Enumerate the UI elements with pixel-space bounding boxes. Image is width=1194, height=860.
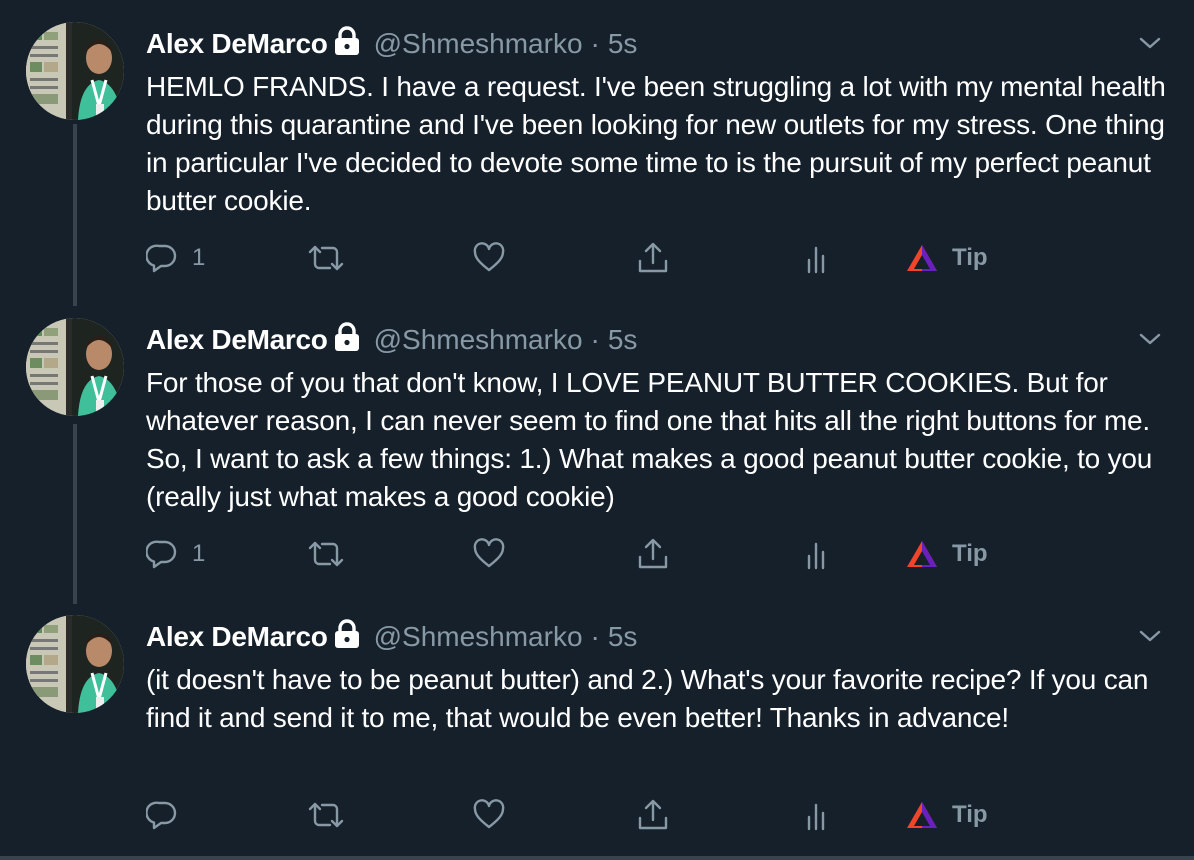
lock-icon [334,618,360,656]
tweet-text: (it doesn't have to be peanut butter) an… [146,664,1149,733]
avatar[interactable] [26,615,124,713]
tweet-text: For those of you that don't know, I LOVE… [146,367,1153,512]
reply-button[interactable] [146,795,192,835]
like-button[interactable] [472,534,506,574]
tweet-header: Alex DeMarco @Shmeshmarko · 5s [146,618,638,656]
divider [0,856,1194,860]
share-button[interactable] [636,534,670,574]
tweet-actions: 1 Tip [0,534,1194,574]
retweet-button[interactable] [306,795,346,835]
heart-icon [472,799,506,831]
reply-icon [146,242,178,274]
share-icon [636,241,670,275]
like-button[interactable] [472,238,506,278]
reply-count: 1 [192,244,206,271]
avatar[interactable] [26,318,124,416]
lock-icon [334,321,360,359]
tip-button[interactable]: Tip [906,534,988,574]
tip-button[interactable]: Tip [906,795,988,835]
brave-tip-icon [906,243,938,273]
retweet-button[interactable] [306,238,346,278]
chevron-down-icon[interactable] [1132,324,1168,354]
reply-icon [146,538,178,570]
thread-connector [73,124,77,306]
author-handle[interactable]: @Shmeshmarko [374,324,583,356]
heart-icon [472,538,506,570]
brave-tip-icon [906,539,938,569]
retweet-icon [306,538,346,570]
share-icon [636,798,670,832]
share-icon [636,537,670,571]
timestamp[interactable]: 5s [608,621,638,653]
analytics-icon [804,799,832,831]
brave-tip-icon [906,800,938,830]
separator: · [590,621,600,652]
tip-button[interactable]: Tip [906,238,988,278]
reply-button[interactable]: 1 [146,238,205,278]
reply-icon [146,799,178,831]
retweet-icon [306,242,346,274]
author-handle[interactable]: @Shmeshmarko [374,621,583,653]
separator: · [590,28,600,59]
analytics-icon [804,242,832,274]
retweet-button[interactable] [306,534,346,574]
reply-button[interactable]: 1 [146,534,205,574]
analytics-button[interactable] [804,534,832,574]
timestamp[interactable]: 5s [608,324,638,356]
tweet-header: Alex DeMarco @Shmeshmarko · 5s [146,25,638,63]
tip-label: Tip [952,244,988,271]
tweet-actions: 1 Tip [0,238,1194,278]
reply-count: 1 [192,540,206,567]
analytics-icon [804,538,832,570]
avatar[interactable] [26,22,124,120]
timestamp[interactable]: 5s [608,28,638,60]
thread-connector [73,424,77,604]
heart-icon [472,242,506,274]
chevron-down-icon[interactable] [1132,28,1168,58]
share-button[interactable] [636,795,670,835]
author-name[interactable]: Alex DeMarco [146,28,328,60]
tweet-actions: Tip [0,795,1194,835]
analytics-button[interactable] [804,795,832,835]
tweet-text: HEMLO FRANDS. I have a request. I've bee… [146,71,1166,216]
retweet-icon [306,799,346,831]
tip-label: Tip [952,801,988,828]
author-name[interactable]: Alex DeMarco [146,324,328,356]
tip-label: Tip [952,540,988,567]
separator: · [590,324,600,355]
author-handle[interactable]: @Shmeshmarko [374,28,583,60]
share-button[interactable] [636,238,670,278]
chevron-down-icon[interactable] [1132,621,1168,651]
tweet-header: Alex DeMarco @Shmeshmarko · 5s [146,321,638,359]
author-name[interactable]: Alex DeMarco [146,621,328,653]
analytics-button[interactable] [804,238,832,278]
tweet-thread: Alex DeMarco @Shmeshmarko · 5s HEMLO FRA… [0,0,1194,860]
lock-icon [334,25,360,63]
like-button[interactable] [472,795,506,835]
